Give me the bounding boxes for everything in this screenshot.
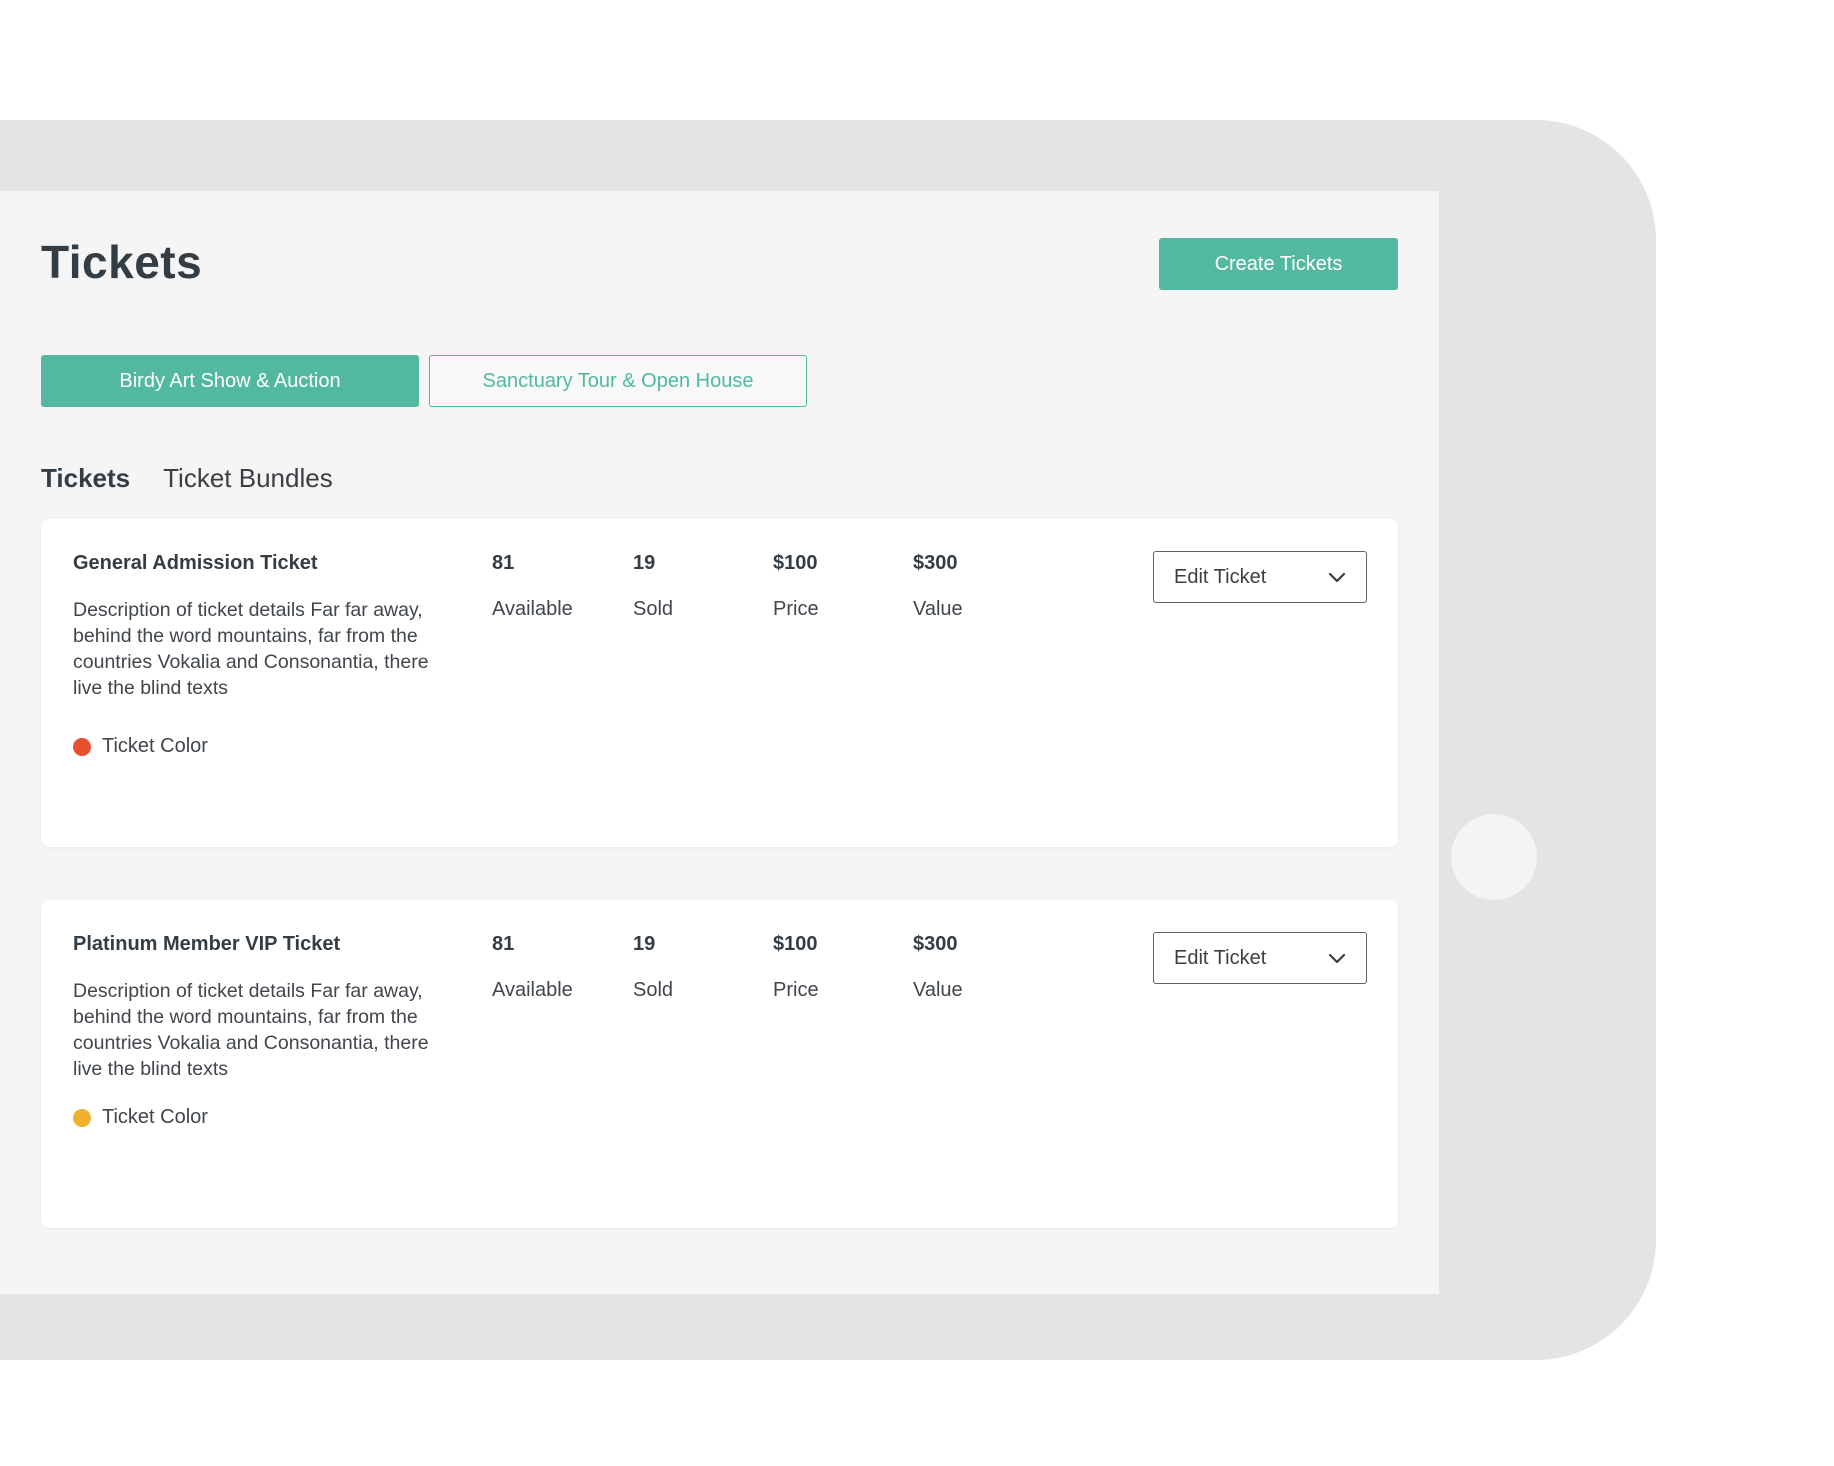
chevron-down-icon <box>1328 572 1346 583</box>
stat-price-value: $100 <box>773 933 818 955</box>
ticket-description: Description of ticket details Far far aw… <box>73 599 429 699</box>
ticket-card: General Admission Ticket Description of … <box>41 519 1398 847</box>
chevron-down-icon <box>1328 953 1346 964</box>
event-button-sanctuary-tour[interactable]: Sanctuary Tour & Open House <box>429 355 807 407</box>
stat-available-label: Available <box>492 598 573 620</box>
stat-value: $300 Value <box>913 933 963 1002</box>
ticket-color-label: Ticket Color <box>102 1106 208 1128</box>
stat-available-value: 81 <box>492 552 515 574</box>
ticket-color: Ticket Color <box>73 735 208 758</box>
stat-available: 81 Available <box>492 552 573 621</box>
color-dot-icon <box>73 737 91 756</box>
ticket-tabs: Tickets Ticket Bundles <box>41 463 333 494</box>
stat-price: $100 Price <box>773 552 819 621</box>
stat-value-value: $300 <box>913 552 958 574</box>
color-dot-icon <box>73 1108 91 1127</box>
create-tickets-button[interactable]: Create Tickets <box>1159 238 1398 290</box>
stat-available-label: Available <box>492 979 573 1001</box>
ticket-description: Description of ticket details Far far aw… <box>73 980 429 1080</box>
tablet-home-button <box>1451 814 1537 900</box>
ticket-color-label: Ticket Color <box>102 735 208 757</box>
stat-sold: 19 Sold <box>633 552 673 621</box>
stat-price-value: $100 <box>773 552 818 574</box>
stat-value-value: $300 <box>913 933 958 955</box>
tab-ticket-bundles[interactable]: Ticket Bundles <box>163 463 333 494</box>
page-title: Tickets <box>41 236 203 288</box>
stat-sold-value: 19 <box>633 933 656 955</box>
edit-ticket-dropdown[interactable]: Edit Ticket <box>1153 551 1367 603</box>
edit-ticket-label: Edit Ticket <box>1174 946 1267 969</box>
event-button-birdy-art-show[interactable]: Birdy Art Show & Auction <box>41 355 419 407</box>
stat-available: 81 Available <box>492 933 573 1002</box>
tickets-screen: Tickets Create Tickets Birdy Art Show & … <box>0 191 1439 1294</box>
stat-sold-label: Sold <box>633 979 674 1001</box>
edit-ticket-label: Edit Ticket <box>1174 565 1267 588</box>
tab-tickets[interactable]: Tickets <box>41 463 130 494</box>
stat-value-label: Value <box>913 598 963 620</box>
ticket-name: Platinum Member VIP Ticket <box>73 933 341 955</box>
stat-available-value: 81 <box>492 933 515 955</box>
stat-price-label: Price <box>773 598 819 620</box>
stat-sold-label: Sold <box>633 598 674 620</box>
stat-sold-value: 19 <box>633 552 656 574</box>
ticket-color: Ticket Color <box>73 1106 208 1129</box>
stat-value-label: Value <box>913 979 963 1001</box>
stat-price-label: Price <box>773 979 819 1001</box>
edit-ticket-dropdown[interactable]: Edit Ticket <box>1153 932 1367 984</box>
ticket-card: Platinum Member VIP Ticket Description o… <box>41 900 1398 1228</box>
stat-value: $300 Value <box>913 552 963 621</box>
stat-price: $100 Price <box>773 933 819 1002</box>
ticket-name: General Admission Ticket <box>73 552 318 574</box>
stat-sold: 19 Sold <box>633 933 673 1002</box>
